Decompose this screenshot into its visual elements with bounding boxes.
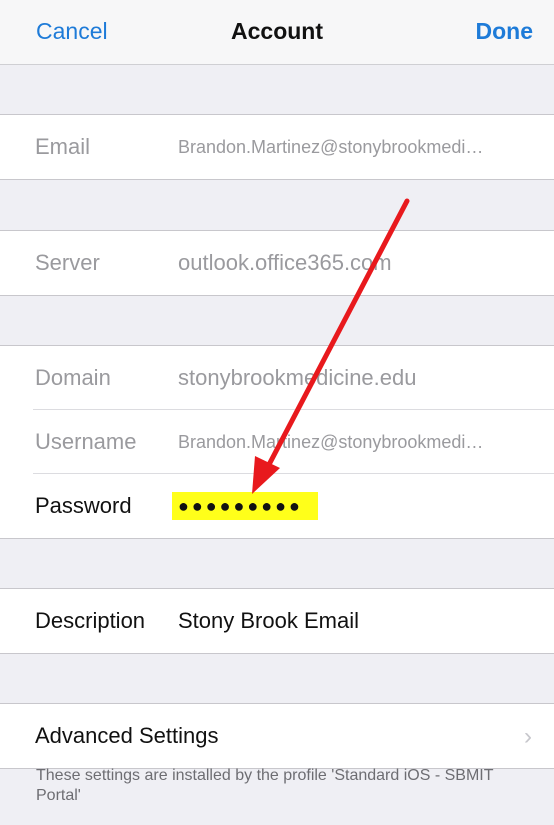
navigation-bar: Cancel Account Done — [0, 0, 554, 65]
done-button[interactable]: Done — [476, 18, 534, 45]
username-label: Username — [35, 429, 137, 454]
description-group: Description Stony Brook Email — [0, 588, 554, 654]
domain-value: stonybrookmedicine.edu — [178, 365, 417, 390]
server-label: Server — [35, 250, 100, 275]
email-value: Brandon.Martinez@stonybrookmedi… — [178, 137, 484, 157]
advanced-group: Advanced Settings › — [0, 703, 554, 769]
description-value: Stony Brook Email — [178, 608, 359, 633]
description-row[interactable]: Description Stony Brook Email — [0, 589, 554, 653]
email-label: Email — [35, 134, 91, 159]
email-group: Email Brandon.Martinez@stonybrookmedi… — [0, 114, 554, 180]
server-group: Server outlook.office365.com — [0, 230, 554, 296]
password-field[interactable]: ●●●●●●●●● — [172, 492, 318, 520]
profile-footer-note: These settings are installed by the prof… — [36, 767, 494, 804]
password-row[interactable]: Password ●●●●●●●●● — [0, 474, 554, 538]
domain-row[interactable]: Domain stonybrookmedicine.edu — [0, 346, 554, 410]
server-row[interactable]: Server outlook.office365.com — [0, 231, 554, 295]
domain-label: Domain — [35, 365, 111, 390]
credentials-group: Domain stonybrookmedicine.edu Username B… — [0, 345, 554, 539]
description-label: Description — [35, 608, 146, 633]
advanced-settings-row[interactable]: Advanced Settings › — [0, 704, 554, 768]
username-value: Brandon.Martinez@stonybrookmedi… — [178, 432, 484, 452]
advanced-settings-label: Advanced Settings — [35, 723, 219, 748]
username-row[interactable]: Username Brandon.Martinez@stonybrookmedi… — [0, 410, 554, 474]
chevron-right-icon: › — [524, 723, 532, 750]
page-title: Account — [231, 18, 323, 44]
email-row[interactable]: Email Brandon.Martinez@stonybrookmedi… — [0, 115, 554, 179]
password-dots: ●●●●●●●●● — [178, 496, 303, 516]
password-label: Password — [35, 493, 132, 518]
server-value: outlook.office365.com — [178, 250, 392, 275]
